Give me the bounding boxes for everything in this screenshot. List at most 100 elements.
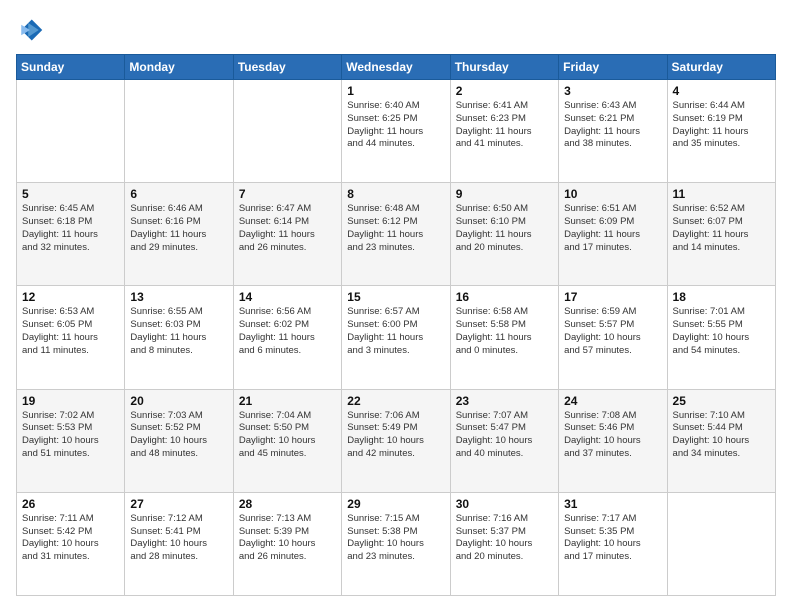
calendar-cell: 3 Sunrise: 6:43 AM Sunset: 6:21 PM Daylig… <box>559 80 667 183</box>
calendar-page: SundayMondayTuesdayWednesdayThursdayFrid… <box>0 0 792 612</box>
calendar-cell: 31Sunrise: 7:17 AM Sunset: 5:35 PM Dayli… <box>559 492 667 595</box>
day-number: 29 <box>347 497 444 511</box>
day-of-week-header: Monday <box>125 55 233 80</box>
day-number: 12 <box>22 290 119 304</box>
day-info: Sunrise: 7:01 AM Sunset: 5:55 PM Dayligh… <box>673 306 770 357</box>
day-number: 22 <box>347 394 444 408</box>
day-number: 10 <box>564 187 661 201</box>
day-info: Sunrise: 7:12 AM Sunset: 5:41 PM Dayligh… <box>130 513 227 564</box>
day-of-week-header: Sunday <box>17 55 125 80</box>
day-number: 25 <box>673 394 770 408</box>
calendar-cell: 17 Sunrise: 6:59 AM Sunset: 5:57 PM Dayli… <box>559 286 667 389</box>
day-of-week-header: Wednesday <box>342 55 450 80</box>
day-info: Sunrise: 6:43 AM Sunset: 6:21 PM Dayligh… <box>564 100 661 151</box>
calendar-week-row: 5Sunrise: 6:45 AM Sunset: 6:18 PM Daylig… <box>17 183 776 286</box>
day-number: 9 <box>456 187 553 201</box>
calendar-cell: 6 Sunrise: 6:46 AM Sunset: 6:16 PM Daylig… <box>125 183 233 286</box>
calendar-cell: 18Sunrise: 7:01 AM Sunset: 5:55 PM Dayli… <box>667 286 775 389</box>
day-number: 6 <box>130 187 227 201</box>
day-info: Sunrise: 7:17 AM Sunset: 5:35 PM Dayligh… <box>564 513 661 564</box>
day-of-week-header: Saturday <box>667 55 775 80</box>
day-info: Sunrise: 7:16 AM Sunset: 5:37 PM Dayligh… <box>456 513 553 564</box>
calendar-cell <box>667 492 775 595</box>
day-info: Sunrise: 7:11 AM Sunset: 5:42 PM Dayligh… <box>22 513 119 564</box>
calendar-cell: 22 Sunrise: 7:06 AM Sunset: 5:49 PM Dayli… <box>342 389 450 492</box>
day-info: Sunrise: 6:52 AM Sunset: 6:07 PM Dayligh… <box>673 203 770 254</box>
day-info: Sunrise: 6:53 AM Sunset: 6:05 PM Dayligh… <box>22 306 119 357</box>
day-info: Sunrise: 7:02 AM Sunset: 5:53 PM Dayligh… <box>22 410 119 461</box>
calendar-week-row: 26 Sunrise: 7:11 AM Sunset: 5:42 PM Dayli… <box>17 492 776 595</box>
day-info: Sunrise: 6:45 AM Sunset: 6:18 PM Dayligh… <box>22 203 119 254</box>
calendar-cell: 20 Sunrise: 7:03 AM Sunset: 5:52 PM Dayli… <box>125 389 233 492</box>
calendar-cell: 29 Sunrise: 7:15 AM Sunset: 5:38 PM Dayli… <box>342 492 450 595</box>
calendar-cell <box>17 80 125 183</box>
day-info: Sunrise: 6:57 AM Sunset: 6:00 PM Dayligh… <box>347 306 444 357</box>
calendar-cell: 25 Sunrise: 7:10 AM Sunset: 5:44 PM Dayli… <box>667 389 775 492</box>
day-number: 2 <box>456 84 553 98</box>
calendar-cell: 14 Sunrise: 6:56 AM Sunset: 6:02 PM Dayli… <box>233 286 341 389</box>
calendar-cell <box>233 80 341 183</box>
day-number: 14 <box>239 290 336 304</box>
day-info: Sunrise: 7:03 AM Sunset: 5:52 PM Dayligh… <box>130 410 227 461</box>
calendar-table: SundayMondayTuesdayWednesdayThursdayFrid… <box>16 54 776 596</box>
day-number: 24 <box>564 394 661 408</box>
calendar-cell <box>125 80 233 183</box>
calendar-cell: 30 Sunrise: 7:16 AM Sunset: 5:37 PM Dayli… <box>450 492 558 595</box>
day-info: Sunrise: 6:51 AM Sunset: 6:09 PM Dayligh… <box>564 203 661 254</box>
calendar-cell: 16Sunrise: 6:58 AM Sunset: 5:58 PM Dayli… <box>450 286 558 389</box>
calendar-cell: 27 Sunrise: 7:12 AM Sunset: 5:41 PM Dayli… <box>125 492 233 595</box>
calendar-cell: 11 Sunrise: 6:52 AM Sunset: 6:07 PM Dayli… <box>667 183 775 286</box>
page-header <box>16 16 776 44</box>
day-number: 17 <box>564 290 661 304</box>
day-of-week-header: Friday <box>559 55 667 80</box>
day-info: Sunrise: 6:47 AM Sunset: 6:14 PM Dayligh… <box>239 203 336 254</box>
day-number: 11 <box>673 187 770 201</box>
calendar-cell: 21Sunrise: 7:04 AM Sunset: 5:50 PM Dayli… <box>233 389 341 492</box>
day-of-week-header: Tuesday <box>233 55 341 80</box>
calendar-cell: 5Sunrise: 6:45 AM Sunset: 6:18 PM Daylig… <box>17 183 125 286</box>
calendar-week-row: 12 Sunrise: 6:53 AM Sunset: 6:05 PM Dayli… <box>17 286 776 389</box>
day-info: Sunrise: 7:06 AM Sunset: 5:49 PM Dayligh… <box>347 410 444 461</box>
calendar-cell: 24Sunrise: 7:08 AM Sunset: 5:46 PM Dayli… <box>559 389 667 492</box>
day-number: 8 <box>347 187 444 201</box>
day-number: 1 <box>347 84 444 98</box>
day-number: 16 <box>456 290 553 304</box>
day-info: Sunrise: 6:40 AM Sunset: 6:25 PM Dayligh… <box>347 100 444 151</box>
day-number: 27 <box>130 497 227 511</box>
day-info: Sunrise: 7:04 AM Sunset: 5:50 PM Dayligh… <box>239 410 336 461</box>
calendar-cell: 7Sunrise: 6:47 AM Sunset: 6:14 PM Daylig… <box>233 183 341 286</box>
calendar-week-row: 1 Sunrise: 6:40 AM Sunset: 6:25 PM Daylig… <box>17 80 776 183</box>
day-info: Sunrise: 6:41 AM Sunset: 6:23 PM Dayligh… <box>456 100 553 151</box>
day-info: Sunrise: 7:15 AM Sunset: 5:38 PM Dayligh… <box>347 513 444 564</box>
day-number: 26 <box>22 497 119 511</box>
day-info: Sunrise: 6:44 AM Sunset: 6:19 PM Dayligh… <box>673 100 770 151</box>
day-of-week-header: Thursday <box>450 55 558 80</box>
calendar-cell: 13Sunrise: 6:55 AM Sunset: 6:03 PM Dayli… <box>125 286 233 389</box>
day-number: 23 <box>456 394 553 408</box>
logo-icon <box>16 16 44 44</box>
calendar-cell: 28 Sunrise: 7:13 AM Sunset: 5:39 PM Dayli… <box>233 492 341 595</box>
day-number: 30 <box>456 497 553 511</box>
day-info: Sunrise: 6:56 AM Sunset: 6:02 PM Dayligh… <box>239 306 336 357</box>
day-number: 20 <box>130 394 227 408</box>
day-info: Sunrise: 7:10 AM Sunset: 5:44 PM Dayligh… <box>673 410 770 461</box>
day-number: 3 <box>564 84 661 98</box>
day-info: Sunrise: 7:13 AM Sunset: 5:39 PM Dayligh… <box>239 513 336 564</box>
calendar-header-row: SundayMondayTuesdayWednesdayThursdayFrid… <box>17 55 776 80</box>
calendar-cell: 26 Sunrise: 7:11 AM Sunset: 5:42 PM Dayli… <box>17 492 125 595</box>
day-info: Sunrise: 6:59 AM Sunset: 5:57 PM Dayligh… <box>564 306 661 357</box>
calendar-cell: 12 Sunrise: 6:53 AM Sunset: 6:05 PM Dayli… <box>17 286 125 389</box>
calendar-cell: 15 Sunrise: 6:57 AM Sunset: 6:00 PM Dayli… <box>342 286 450 389</box>
calendar-cell: 4Sunrise: 6:44 AM Sunset: 6:19 PM Daylig… <box>667 80 775 183</box>
day-info: Sunrise: 6:46 AM Sunset: 6:16 PM Dayligh… <box>130 203 227 254</box>
calendar-cell: 1 Sunrise: 6:40 AM Sunset: 6:25 PM Daylig… <box>342 80 450 183</box>
calendar-cell: 2 Sunrise: 6:41 AM Sunset: 6:23 PM Daylig… <box>450 80 558 183</box>
calendar-cell: 19 Sunrise: 7:02 AM Sunset: 5:53 PM Dayli… <box>17 389 125 492</box>
day-info: Sunrise: 6:55 AM Sunset: 6:03 PM Dayligh… <box>130 306 227 357</box>
calendar-cell: 9Sunrise: 6:50 AM Sunset: 6:10 PM Daylig… <box>450 183 558 286</box>
calendar-cell: 23 Sunrise: 7:07 AM Sunset: 5:47 PM Dayli… <box>450 389 558 492</box>
day-number: 28 <box>239 497 336 511</box>
day-number: 19 <box>22 394 119 408</box>
day-number: 15 <box>347 290 444 304</box>
day-info: Sunrise: 7:07 AM Sunset: 5:47 PM Dayligh… <box>456 410 553 461</box>
